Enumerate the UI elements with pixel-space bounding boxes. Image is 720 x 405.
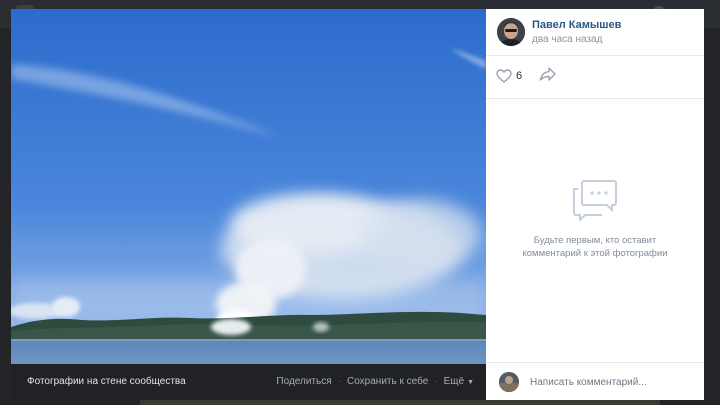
avatar-image <box>499 372 519 392</box>
chevron-down-icon: ▼ <box>467 379 474 386</box>
share-arrow-icon <box>539 67 556 81</box>
separator-dot: · <box>434 376 438 387</box>
like-count: 6 <box>516 70 523 82</box>
comments-empty-text: Будьте первым, кто оставит комментарий к… <box>522 235 668 259</box>
save-photo-button[interactable]: Сохранить к себе <box>347 376 428 387</box>
comments-empty-state: Будьте первым, кто оставит комментарий к… <box>486 179 704 260</box>
more-button[interactable]: Ещё ▼ <box>444 376 474 387</box>
album-link[interactable]: Фотографии на стене сообщества <box>27 376 186 387</box>
photo-sidebar: Павел Камышев два часа назад 6 Будьте пе… <box>486 9 704 400</box>
like-button[interactable]: 6 <box>496 66 522 86</box>
my-avatar <box>499 372 519 392</box>
avatar-image <box>497 18 525 46</box>
photo-toolbar: Фотографии на стене сообщества Поделитьс… <box>11 364 486 400</box>
author-name[interactable]: Павел Камышев <box>532 19 621 31</box>
comment-input[interactable] <box>530 373 690 391</box>
comments-bubble-icon <box>573 180 617 223</box>
share-photo-button[interactable]: Поделиться <box>276 376 331 387</box>
comment-composer <box>486 362 704 400</box>
author-avatar[interactable] <box>497 18 525 46</box>
heart-icon <box>496 69 512 83</box>
photo[interactable]: Фотографии на стене сообщества Поделитьс… <box>11 9 486 400</box>
author-header: Павел Камышев два часа назад <box>486 9 704 56</box>
separator-dot: · <box>337 376 341 387</box>
photo-viewer-modal: Фотографии на стене сообщества Поделитьс… <box>11 9 704 400</box>
post-time[interactable]: два часа назад <box>532 34 602 45</box>
photo-actions: Поделиться · Сохранить к себе · Ещё ▼ <box>276 376 474 387</box>
share-button[interactable] <box>539 66 557 86</box>
more-label: Ещё <box>443 376 465 387</box>
post-actions: 6 <box>486 56 704 99</box>
photo-image <box>11 9 486 364</box>
